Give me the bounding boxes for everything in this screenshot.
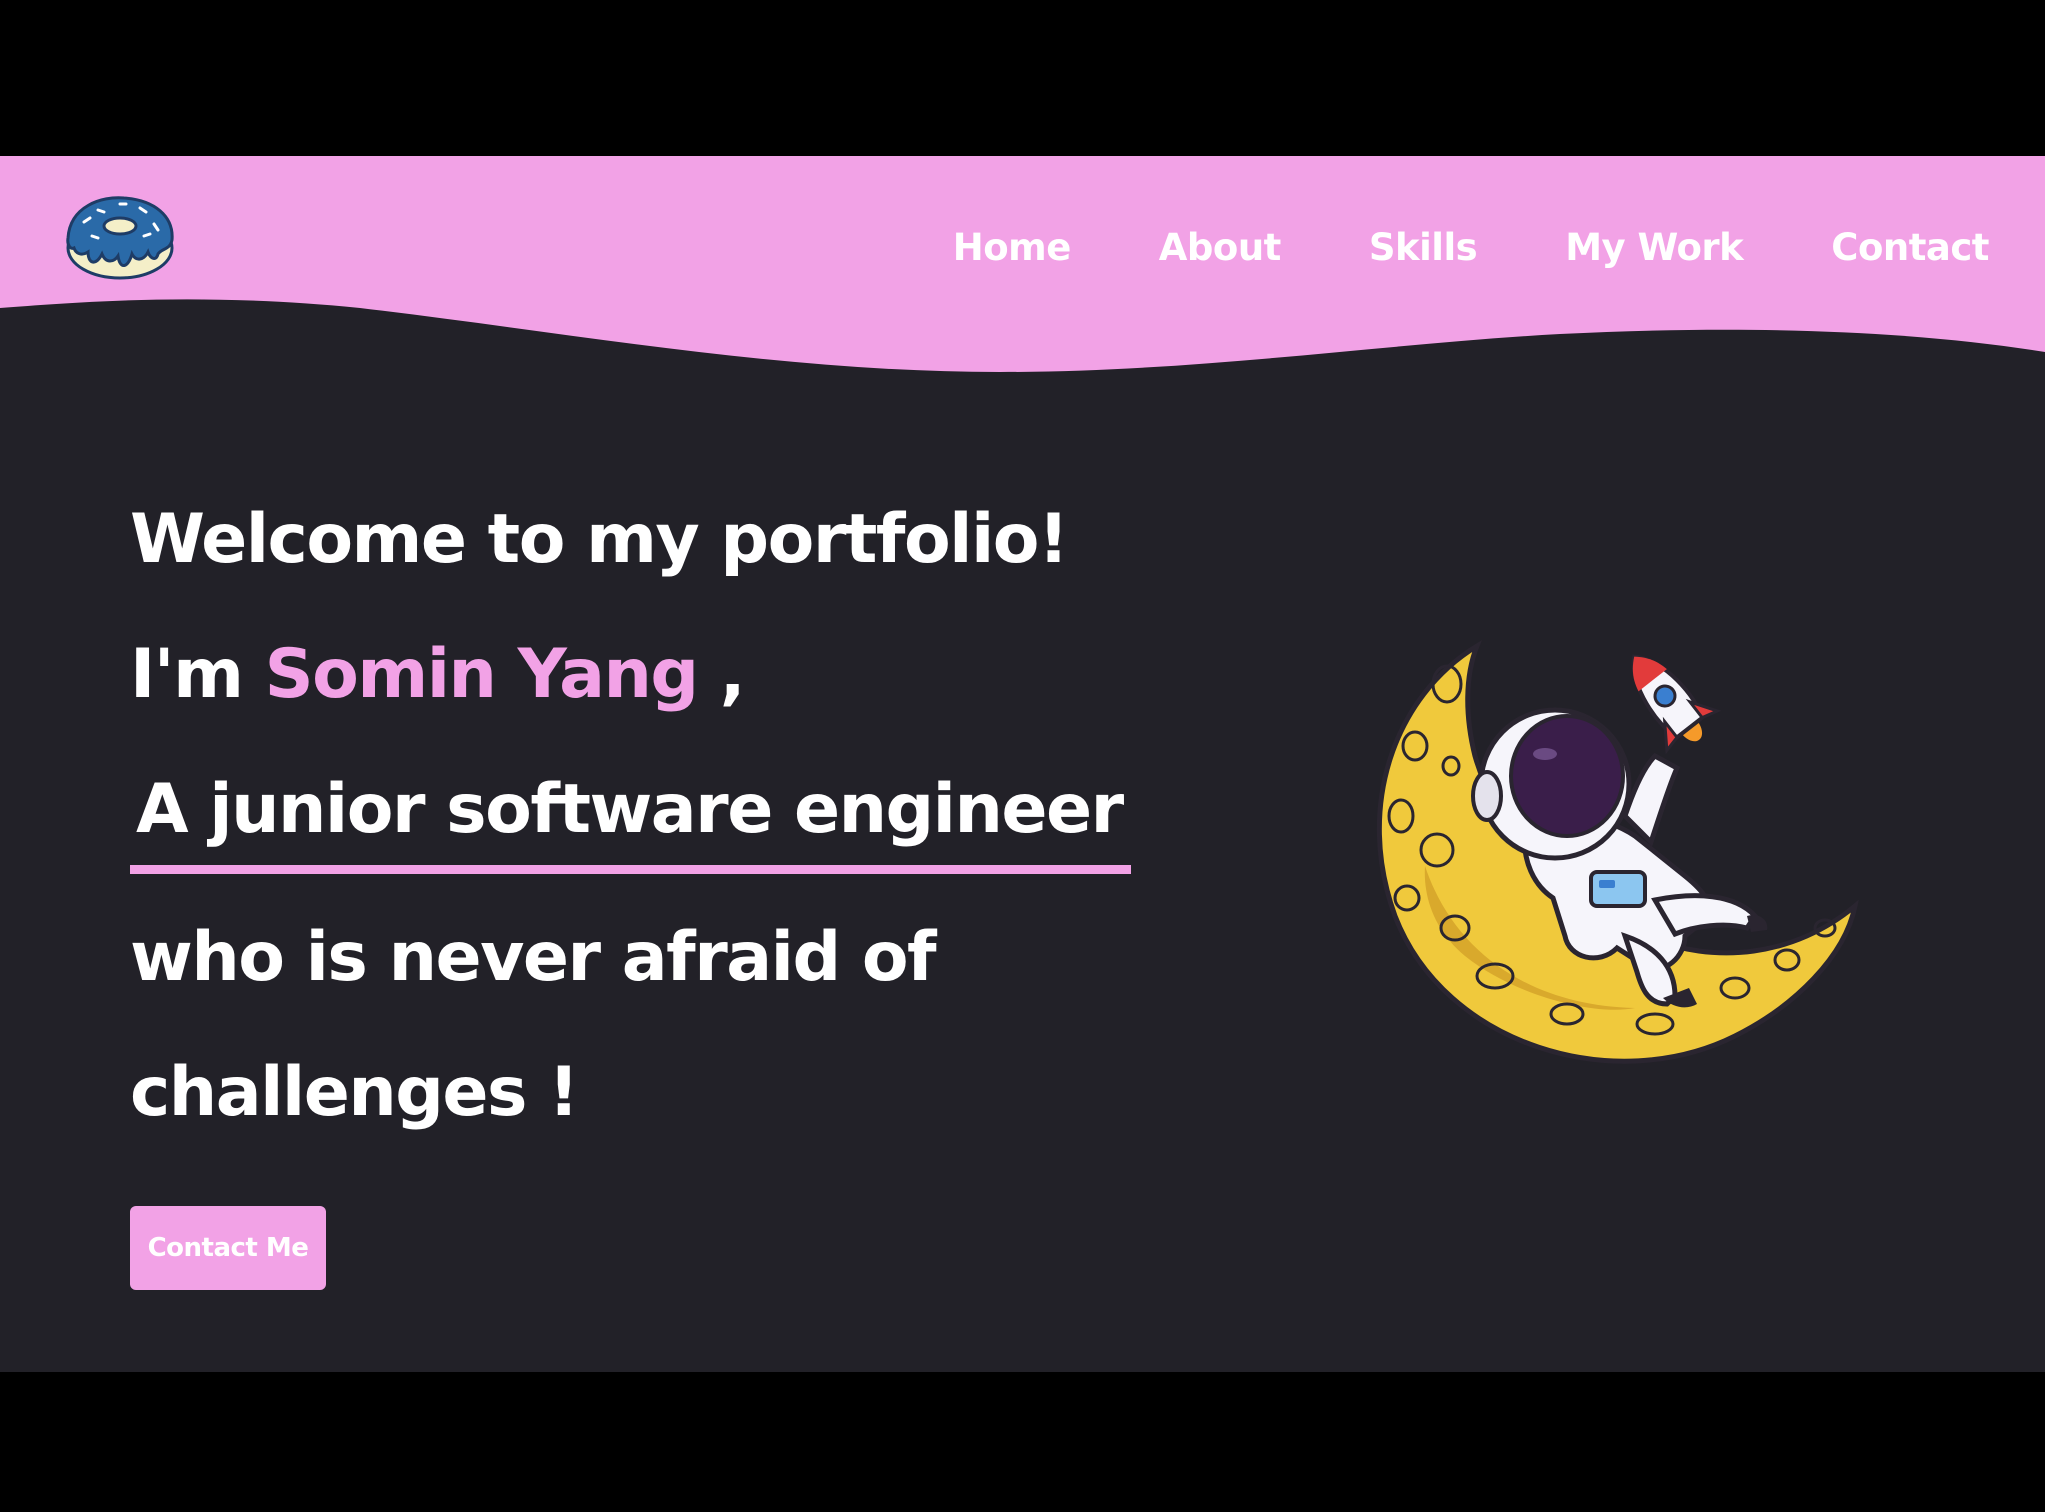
intro-suffix: , bbox=[697, 635, 746, 714]
tagline-line-2: challenges ! bbox=[130, 1053, 579, 1132]
bottom-letterbox bbox=[0, 1372, 2045, 1512]
tagline-line-1: who is never afraid of bbox=[130, 918, 937, 997]
nav-about[interactable]: About bbox=[1159, 226, 1282, 269]
role-line: A junior software engineer bbox=[130, 755, 1131, 874]
donut-icon[interactable] bbox=[62, 192, 178, 282]
contact-me-button[interactable]: Contact Me bbox=[130, 1206, 326, 1290]
nav-skills[interactable]: Skills bbox=[1369, 226, 1478, 269]
portfolio-page: Home About Skills My Work Contact Welcom… bbox=[0, 156, 2045, 1372]
intro-line: I'm Somin Yang , bbox=[130, 607, 1280, 742]
welcome-heading: Welcome to my portfolio! bbox=[130, 500, 1069, 579]
astronaut-on-moon-icon bbox=[1355, 636, 1875, 1096]
header-wave bbox=[0, 156, 2045, 372]
intro-prefix: I'm bbox=[130, 635, 265, 714]
role-line-wrap: A junior software engineer bbox=[130, 742, 1280, 890]
hero-text: Welcome to my portfolio! I'm Somin Yang … bbox=[130, 472, 1280, 1160]
main-nav: Home About Skills My Work Contact bbox=[953, 226, 1990, 269]
top-letterbox bbox=[0, 0, 2045, 156]
name-highlight: Somin Yang bbox=[264, 635, 699, 714]
nav-my-work[interactable]: My Work bbox=[1565, 226, 1744, 269]
nav-contact[interactable]: Contact bbox=[1831, 226, 1989, 269]
nav-home[interactable]: Home bbox=[953, 226, 1072, 269]
